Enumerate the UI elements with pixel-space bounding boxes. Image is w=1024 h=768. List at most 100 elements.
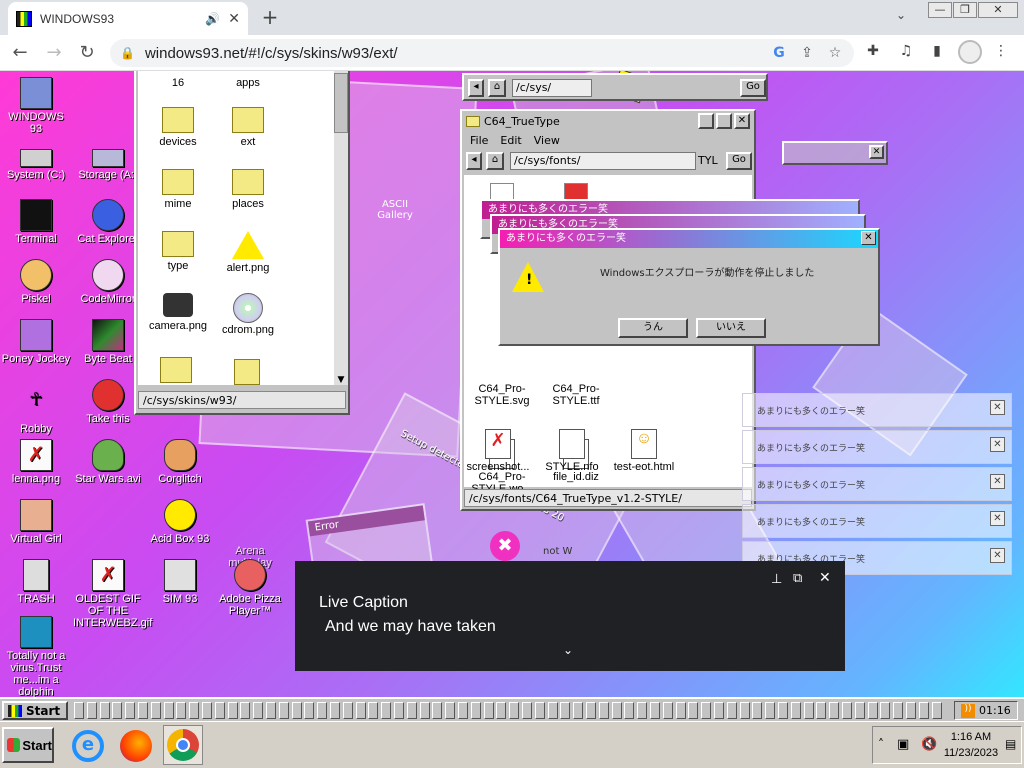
w93-task-slot[interactable] — [880, 702, 891, 719]
audio-playing-icon[interactable]: 🔊 — [205, 12, 220, 26]
w93-task-slot[interactable] — [918, 702, 929, 719]
show-hidden-icons-chevron-icon[interactable]: ˄ — [878, 737, 884, 751]
internet-explorer-icon[interactable]: e — [72, 730, 104, 762]
notification[interactable]: あまりにも多くのエラー笑 ✕ — [742, 393, 1012, 427]
w93-task-slot[interactable] — [189, 702, 200, 719]
w93-task-slot[interactable] — [445, 702, 456, 719]
close-button[interactable]: ✕ — [861, 231, 876, 245]
w93-task-slot[interactable] — [624, 702, 635, 719]
home-icon[interactable]: ⌂ — [488, 79, 506, 97]
forward-button[interactable]: → — [42, 41, 66, 65]
w93-task-slot[interactable] — [714, 702, 724, 719]
file-item[interactable]: C64_Pro-STYLE.ttf — [540, 383, 612, 407]
desktop-icon-storage[interactable]: Storage (A:) — [73, 139, 143, 181]
expand-icon[interactable]: ⧉ — [793, 570, 802, 586]
folder-item[interactable]: devices — [142, 107, 214, 148]
w93-task-slot[interactable] — [304, 702, 315, 719]
desktop-icon-codemirror[interactable]: CodeMirror — [73, 259, 143, 305]
desktop-icon-byte-beat[interactable]: Byte Beat — [73, 319, 143, 365]
scroll-down-icon[interactable]: ▼ — [334, 375, 348, 385]
w93-task-slot[interactable] — [112, 702, 123, 719]
w93-task-slot[interactable] — [176, 702, 187, 719]
address-bar[interactable]: 🔒 windows93.net/#!/c/sys/skins/w93/ext/ … — [110, 39, 854, 67]
desktop-icon-lenna[interactable]: ✗ lenna.png — [1, 439, 71, 485]
extensions-puzzle-icon[interactable]: ✚ — [862, 43, 884, 63]
clock-time[interactable]: 1:16 AM — [946, 731, 996, 743]
back-arrow-button[interactable]: ◂ — [466, 152, 482, 170]
close-icon[interactable]: ✕ — [990, 474, 1005, 489]
google-translate-icon[interactable]: G — [770, 45, 788, 61]
w93-task-slot[interactable] — [650, 702, 660, 719]
side-panel-icon[interactable]: ▮ — [926, 43, 948, 63]
pin-icon[interactable]: ⊥ — [771, 571, 782, 587]
w93-task-slot[interactable] — [368, 702, 379, 719]
w93-task-slot[interactable] — [342, 702, 353, 719]
w93-task-slot[interactable] — [560, 702, 571, 719]
folder-item[interactable]: ext — [212, 107, 284, 148]
w93-task-slot[interactable] — [214, 702, 225, 719]
desktop-icon-dolphin[interactable]: Totally not a virus.Trust me...im a dolp… — [1, 616, 71, 697]
minimize-button[interactable] — [698, 113, 714, 129]
close-icon[interactable]: ✕ — [819, 569, 831, 586]
w93-task-slot[interactable] — [829, 702, 840, 719]
firefox-icon[interactable] — [120, 730, 152, 762]
close-icon[interactable]: ✕ — [990, 437, 1005, 452]
menu-view[interactable]: View — [534, 134, 560, 147]
profile-avatar[interactable] — [958, 40, 982, 64]
w93-task-slot[interactable] — [240, 702, 251, 719]
folder-item[interactable]: places — [212, 169, 284, 210]
rss-icon[interactable]: )) — [961, 703, 975, 718]
w93-task-slot[interactable] — [483, 702, 494, 719]
w93-task-slot[interactable] — [278, 702, 289, 719]
desktop-icon-virtual-girl[interactable]: Virtual Girl — [1, 499, 71, 545]
share-icon[interactable]: ⇪ — [798, 45, 816, 61]
w93-start-button[interactable]: Start — [2, 701, 68, 720]
w93-task-slot[interactable] — [394, 702, 404, 719]
w93-task-slot[interactable] — [803, 702, 814, 719]
tab-search-chevron-icon[interactable]: ⌄ — [896, 8, 906, 22]
w93-task-slot[interactable] — [931, 702, 942, 719]
w93-task-slot[interactable] — [150, 702, 161, 719]
w93-task-slot[interactable] — [432, 702, 443, 719]
close-icon[interactable]: ✕ — [990, 511, 1005, 526]
w93-task-slot[interactable] — [138, 702, 148, 719]
desktop-icon-corglitch[interactable]: Corglitch — [145, 439, 215, 485]
w93-task-slot[interactable] — [688, 702, 699, 719]
path-field[interactable]: /c/sys/ — [512, 79, 592, 97]
w93-task-slot[interactable] — [765, 702, 776, 719]
network-icon[interactable]: ▣ — [897, 737, 909, 752]
media-control-icon[interactable]: ♫ — [895, 43, 917, 63]
go-button[interactable]: Go — [726, 152, 752, 170]
w93-task-slot[interactable] — [522, 702, 532, 719]
notification[interactable]: あまりにも多くのエラー笑 ✕ — [742, 504, 1012, 538]
menu-kebab-icon[interactable]: ⋮ — [990, 43, 1012, 63]
desktop-icon-acid-box[interactable]: Acid Box 93 — [145, 499, 215, 545]
volume-muted-icon[interactable]: 🔇 — [921, 737, 937, 752]
restore-button[interactable]: ❐ — [953, 2, 977, 18]
w93-task-slot[interactable] — [611, 702, 622, 719]
chevron-down-icon[interactable]: ⌄ — [563, 643, 573, 657]
w93-task-slot[interactable] — [406, 702, 417, 719]
chrome-taskbar-button[interactable] — [163, 725, 203, 765]
menu-file[interactable]: File — [470, 134, 488, 147]
close-button[interactable]: ✕ — [869, 145, 884, 159]
w93-task-slot[interactable] — [74, 702, 84, 719]
w93-task-slot[interactable] — [675, 702, 686, 719]
w93-task-slot[interactable] — [355, 702, 366, 719]
bookmark-star-icon[interactable]: ☆ — [826, 45, 844, 61]
folder-item[interactable]: mime — [142, 169, 214, 210]
desktop-icon-system[interactable]: System (C:) — [1, 139, 71, 181]
w93-task-slot[interactable] — [163, 702, 174, 719]
w93-task-slot[interactable] — [470, 702, 481, 719]
w93-task-slot[interactable] — [854, 702, 865, 719]
w93-task-slot[interactable] — [726, 702, 737, 719]
back-arrow-button[interactable]: ◂ — [468, 79, 484, 97]
minimize-button[interactable]: — — [928, 2, 952, 18]
close-icon[interactable]: ✕ — [990, 400, 1005, 415]
w93-task-slot[interactable] — [534, 702, 545, 719]
w93-task-slot[interactable] — [253, 702, 264, 719]
w93-task-slot[interactable] — [86, 702, 97, 719]
desktop-icon-windows93[interactable]: WINDOWS 93 — [1, 77, 71, 135]
w93-task-slot[interactable] — [598, 702, 609, 719]
w93-task-slot[interactable] — [586, 702, 596, 719]
